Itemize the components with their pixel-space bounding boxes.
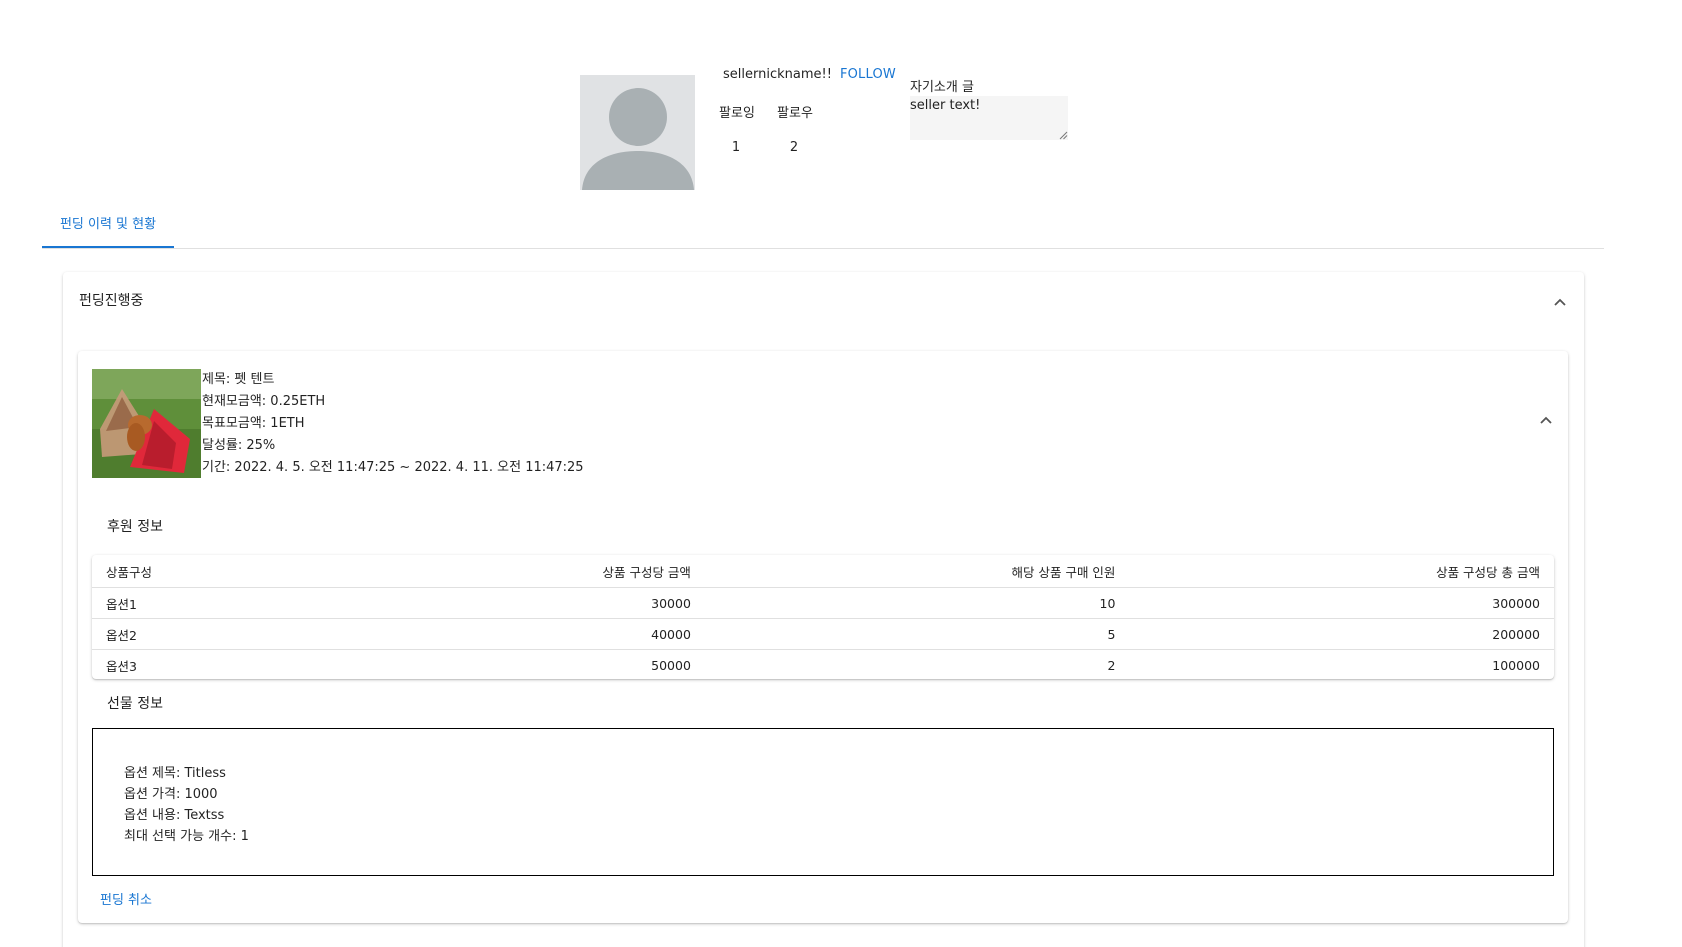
gift-info-box: 옵션 제목: Titless 옵션 가격: 1000 옵션 내용: Textss…: [92, 728, 1554, 876]
table-cell: 200000: [1129, 618, 1554, 650]
table-cell: 2: [1107, 657, 1116, 673]
current-amount: 현재모금액: 0.25ETH: [202, 394, 326, 409]
following-label: 팔로잉: [719, 106, 755, 121]
table-cell: 100000: [1492, 657, 1540, 673]
gift-info-title: 선물 정보: [107, 696, 163, 712]
column-header: 상품 구성당 총 금액: [1129, 555, 1554, 588]
sponsor-table: 상품구성 상품 구성당 금액 해당 상품 구매 인원 상품 구성당 총 금액 옵…: [92, 555, 1554, 679]
column-header: 상품구성: [92, 555, 331, 588]
gift-option-content: 옵션 내용: Textss: [124, 808, 225, 823]
seller-profile-page: sellernickname!! FOLLOW 팔로잉 팔로우 1 2 자기소개…: [0, 0, 1682, 947]
column-header: 해당 상품 구매 인원: [704, 555, 1130, 588]
table-cell: 30000: [330, 587, 705, 619]
follower-count[interactable]: 2: [769, 140, 819, 155]
gift-option-price: 옵션 가격: 1000: [124, 787, 218, 802]
intro-textarea[interactable]: seller text!: [910, 96, 1068, 140]
funding-in-progress-accordion: 펀딩진행중 제목: 펫 텐트 현재모금액: 0.25ETH 목표모금액: 1ET…: [63, 272, 1584, 947]
table-cell: 300000: [1129, 587, 1554, 619]
gift-max-select: 최대 선택 가능 개수: 1: [124, 829, 249, 844]
funding-period: 기간: 2022. 4. 5. 오전 11:47:25 ~ 2022. 4. 1…: [202, 460, 584, 475]
avatar: [580, 75, 695, 190]
table-row: 옵션2 40000 5 200000: [92, 618, 1554, 650]
table-cell: 50000: [651, 657, 691, 673]
intro-label: 자기소개 글: [910, 80, 974, 95]
following-count[interactable]: 1: [711, 140, 761, 155]
product-thumbnail: [92, 369, 201, 478]
table-cell: 옵션3: [106, 658, 137, 674]
resize-handle-icon[interactable]: [1058, 130, 1068, 140]
table-cell: 10: [704, 587, 1130, 619]
seller-nickname: sellernickname!!: [723, 67, 832, 82]
follow-button[interactable]: FOLLOW: [840, 67, 896, 82]
chevron-up-icon[interactable]: [1536, 410, 1556, 430]
gift-option-title: 옵션 제목: Titless: [124, 766, 226, 781]
achievement-rate: 달성률: 25%: [202, 438, 276, 453]
table-cell: 옵션2: [92, 618, 331, 650]
funding-item-card: 제목: 펫 텐트 현재모금액: 0.25ETH 목표모금액: 1ETH 달성률:…: [78, 351, 1568, 923]
table-header-row: 상품구성 상품 구성당 금액 해당 상품 구매 인원 상품 구성당 총 금액: [92, 555, 1554, 588]
follower-label: 팔로우: [777, 106, 813, 121]
table-row: 옵션1 30000 10 300000: [92, 587, 1554, 619]
funding-title: 제목: 펫 텐트: [202, 372, 275, 387]
default-user-icon: [580, 75, 695, 190]
target-amount: 목표모금액: 1ETH: [202, 416, 305, 431]
accordion-title[interactable]: 펀딩진행중: [79, 290, 143, 310]
funding-details: 제목: 펫 텐트 현재모금액: 0.25ETH 목표모금액: 1ETH 달성률:…: [202, 369, 584, 479]
pet-tent-image: [92, 369, 201, 478]
chevron-up-icon[interactable]: [1550, 292, 1570, 312]
tabs-divider: [42, 248, 1604, 249]
table-cell: 5: [704, 618, 1130, 650]
tab-funding-history[interactable]: 펀딩 이력 및 현황: [42, 210, 174, 250]
column-header: 상품 구성당 금액: [330, 555, 705, 588]
table-row: 옵션3 50000 2 100000: [92, 650, 1554, 681]
table-cell: 옵션1: [92, 587, 331, 619]
nickname-row: sellernickname!! FOLLOW: [723, 67, 896, 82]
table-cell: 40000: [330, 618, 705, 650]
sponsor-info-title: 후원 정보: [107, 519, 163, 535]
cancel-funding-button[interactable]: 펀딩 취소: [100, 889, 152, 908]
